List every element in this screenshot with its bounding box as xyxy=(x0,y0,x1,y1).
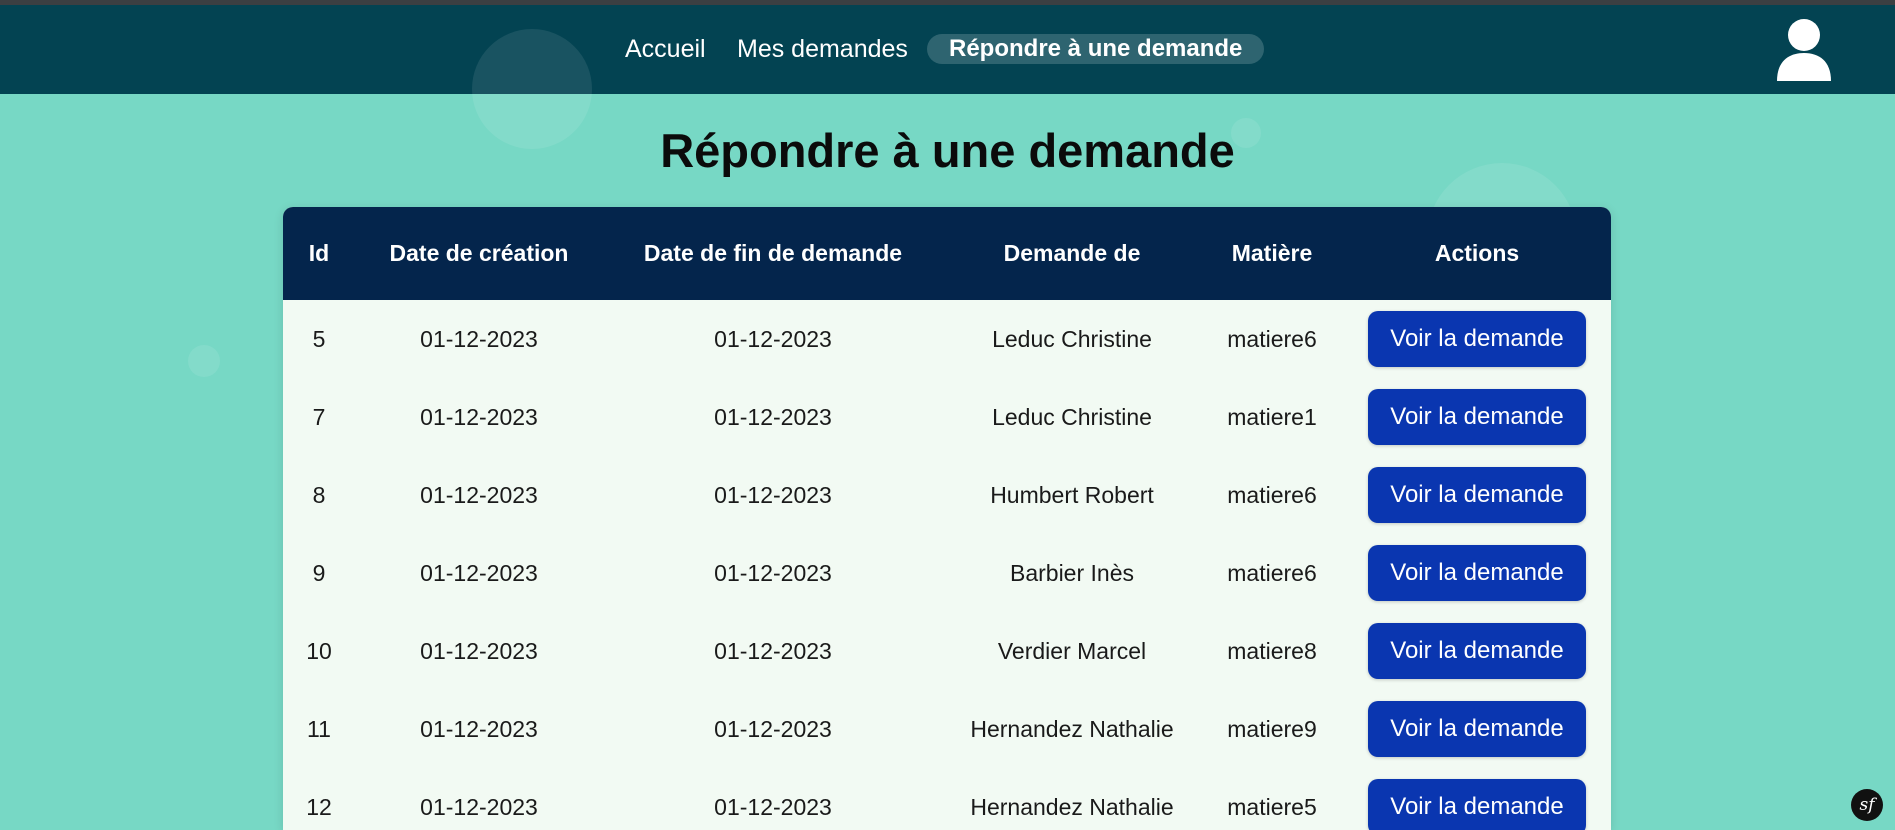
cell-demande-de: Humbert Robert xyxy=(990,481,1154,508)
cell-date-creation: 01-12-2023 xyxy=(420,481,538,508)
view-request-button[interactable]: Voir la demande xyxy=(1368,545,1586,601)
cell-demande-de: Hernandez Nathalie xyxy=(970,793,1174,820)
page-title: Répondre à une demande xyxy=(660,124,1235,177)
cell-id: 7 xyxy=(312,403,326,430)
cell-matiere: matiere6 xyxy=(1227,325,1317,352)
table-row: 10 01-12-2023 01-12-2023 Verdier Marcel … xyxy=(283,612,1611,690)
cell-date-fin: 01-12-2023 xyxy=(714,481,832,508)
cell-date-fin: 01-12-2023 xyxy=(714,559,832,586)
cell-id: 12 xyxy=(306,793,332,820)
nav-link-repondre[interactable]: Répondre à une demande xyxy=(927,34,1265,64)
table-header-row: Id Date de création Date de fin de deman… xyxy=(283,207,1611,300)
requests-table: Id Date de création Date de fin de deman… xyxy=(283,207,1611,830)
cell-actions: Voir la demande xyxy=(1343,378,1611,456)
column-header-actions: Actions xyxy=(1434,240,1520,266)
cell-actions: Voir la demande xyxy=(1343,612,1611,690)
cell-actions: Voir la demande xyxy=(1343,768,1611,830)
column-header-id: Id xyxy=(308,240,330,266)
cell-date-creation: 01-12-2023 xyxy=(420,403,538,430)
cell-matiere: matiere9 xyxy=(1227,715,1317,742)
nav-link-accueil[interactable]: Accueil xyxy=(625,34,706,64)
cell-matiere: matiere5 xyxy=(1227,793,1317,820)
cell-date-fin: 01-12-2023 xyxy=(714,637,832,664)
column-header-demande-de: Demande de xyxy=(1003,240,1141,266)
symfony-icon[interactable]: sf xyxy=(1851,789,1883,821)
cell-demande-de: Hernandez Nathalie xyxy=(970,715,1174,742)
cell-date-creation: 01-12-2023 xyxy=(420,559,538,586)
cell-matiere: matiere8 xyxy=(1227,637,1317,664)
cell-actions: Voir la demande xyxy=(1343,534,1611,612)
cell-demande-de: Leduc Christine xyxy=(992,325,1152,352)
cell-id: 5 xyxy=(312,325,326,352)
cell-date-fin: 01-12-2023 xyxy=(714,715,832,742)
table-row: 12 01-12-2023 01-12-2023 Hernandez Natha… xyxy=(283,768,1611,830)
cell-date-creation: 01-12-2023 xyxy=(420,637,538,664)
cell-id: 9 xyxy=(312,559,326,586)
cell-matiere: matiere6 xyxy=(1227,481,1317,508)
table-row: 11 01-12-2023 01-12-2023 Hernandez Natha… xyxy=(283,690,1611,768)
table-row: 8 01-12-2023 01-12-2023 Humbert Robert m… xyxy=(283,456,1611,534)
view-request-button[interactable]: Voir la demande xyxy=(1368,623,1586,679)
cell-actions: Voir la demande xyxy=(1343,456,1611,534)
view-request-button[interactable]: Voir la demande xyxy=(1368,467,1586,523)
cell-matiere: matiere6 xyxy=(1227,559,1317,586)
requests-table-card: Id Date de création Date de fin de deman… xyxy=(283,207,1611,830)
table-row: 7 01-12-2023 01-12-2023 Leduc Christine … xyxy=(283,378,1611,456)
view-request-button[interactable]: Voir la demande xyxy=(1368,311,1586,367)
table-row: 5 01-12-2023 01-12-2023 Leduc Christine … xyxy=(283,300,1611,378)
view-request-button[interactable]: Voir la demande xyxy=(1368,779,1586,830)
cell-actions: Voir la demande xyxy=(1343,300,1611,378)
cell-date-creation: 01-12-2023 xyxy=(420,325,538,352)
view-request-button[interactable]: Voir la demande xyxy=(1368,701,1586,757)
table-row: 9 01-12-2023 01-12-2023 Barbier Inès mat… xyxy=(283,534,1611,612)
cell-id: 10 xyxy=(306,637,332,664)
cell-demande-de: Verdier Marcel xyxy=(997,637,1147,664)
cell-matiere: matiere1 xyxy=(1227,403,1317,430)
column-header-matiere: Matière xyxy=(1231,240,1313,266)
column-header-date-creation: Date de création xyxy=(389,240,569,266)
cell-date-fin: 01-12-2023 xyxy=(714,793,832,820)
view-request-button[interactable]: Voir la demande xyxy=(1368,389,1586,445)
cell-actions: Voir la demande xyxy=(1343,690,1611,768)
user-avatar-icon[interactable] xyxy=(1775,17,1833,81)
column-header-date-fin: Date de fin de demande xyxy=(643,240,903,266)
navbar: Accueil Mes demandes Répondre à une dema… xyxy=(0,5,1895,94)
cell-date-fin: 01-12-2023 xyxy=(714,325,832,352)
nav-link-mes-demandes[interactable]: Mes demandes xyxy=(737,34,908,64)
cell-date-fin: 01-12-2023 xyxy=(714,403,832,430)
cell-id: 11 xyxy=(307,715,331,742)
cell-demande-de: Leduc Christine xyxy=(992,403,1152,430)
decorative-bubble xyxy=(188,345,220,377)
cell-date-creation: 01-12-2023 xyxy=(420,715,538,742)
cell-demande-de: Barbier Inès xyxy=(1009,559,1134,586)
cell-id: 8 xyxy=(312,481,326,508)
cell-date-creation: 01-12-2023 xyxy=(420,793,538,820)
nav-links: Accueil Mes demandes Répondre à une dema… xyxy=(0,5,1895,94)
